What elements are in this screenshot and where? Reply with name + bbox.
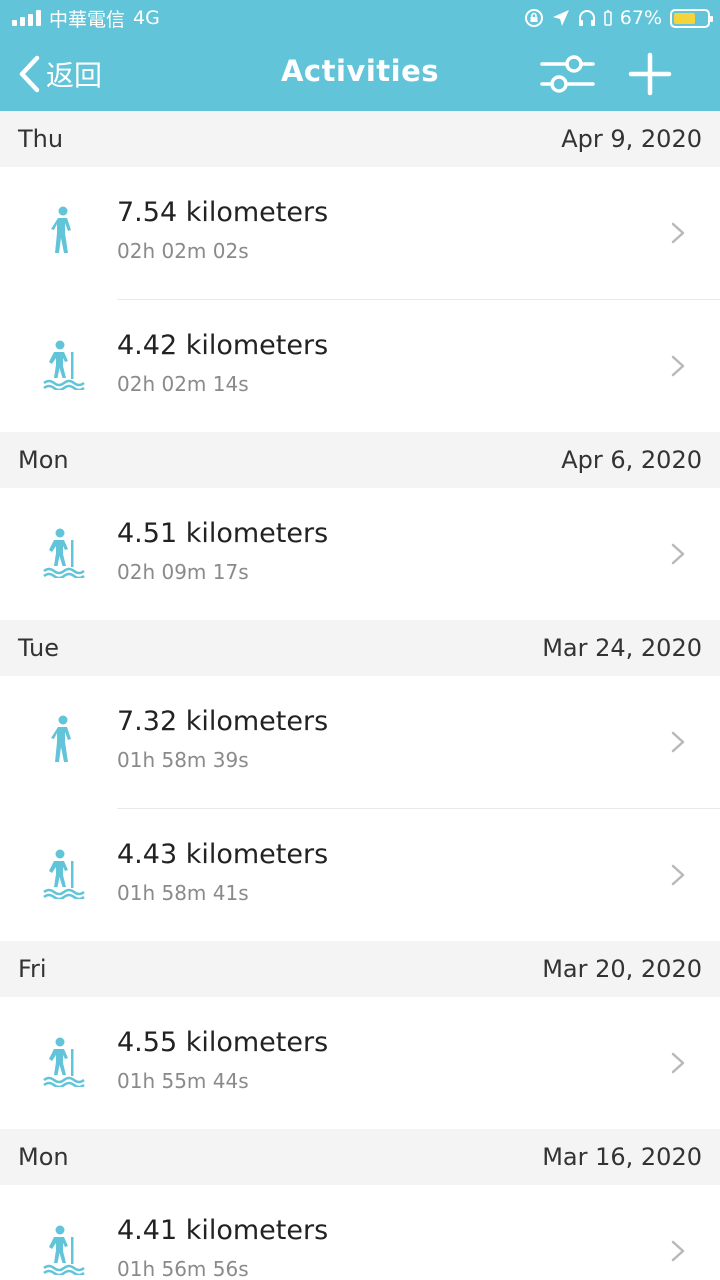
page-title: Activities [280, 54, 439, 88]
activity-distance: 7.32 kilometers [117, 706, 329, 737]
activity-duration: 01h 58m 41s [117, 881, 249, 905]
day-weekday: Tue [18, 634, 59, 662]
day-header: Tue Mar 24, 2020 [0, 620, 720, 676]
activity-distance: 4.43 kilometers [117, 839, 329, 870]
day-weekday: Thu [18, 125, 64, 153]
hiking-icon [40, 1035, 86, 1089]
day-weekday: Mon [18, 1143, 69, 1171]
day-header: Mon Mar 16, 2020 [0, 1129, 720, 1185]
day-weekday: Mon [18, 446, 69, 474]
activity-distance: 7.54 kilometers [117, 197, 329, 228]
chevron-right-icon [670, 354, 686, 378]
hiking-icon [40, 1223, 86, 1277]
activity-duration: 02h 02m 02s [117, 239, 249, 263]
chevron-right-icon [670, 730, 686, 754]
day-date: Apr 9, 2020 [561, 125, 702, 153]
activity-row[interactable]: 4.41 kilometers 01h 56m 56s [0, 1185, 720, 1280]
day-header: Mon Apr 6, 2020 [0, 432, 720, 488]
chevron-right-icon [670, 1051, 686, 1075]
walking-icon [40, 714, 86, 766]
walking-icon [40, 205, 86, 257]
battery-percent: 67% [619, 7, 662, 29]
day-weekday: Fri [18, 955, 47, 983]
chevron-right-icon [670, 221, 686, 245]
status-left: 中華電信 4G [12, 5, 160, 31]
activity-row[interactable]: 4.42 kilometers 02h 02m 14s [0, 300, 720, 432]
activity-distance: 4.42 kilometers [117, 330, 329, 361]
battery-small-icon [604, 10, 612, 26]
activity-duration: 01h 56m 56s [117, 1257, 249, 1280]
day-date: Mar 16, 2020 [542, 1143, 702, 1171]
activity-distance: 4.55 kilometers [117, 1027, 329, 1058]
nav-bar: 返回 Activities [0, 38, 720, 111]
chevron-right-icon [670, 1239, 686, 1263]
day-header: Fri Mar 20, 2020 [0, 941, 720, 997]
plus-icon[interactable] [626, 50, 674, 98]
app-header: 中華電信 4G 67% 返回 Activities [0, 0, 720, 111]
battery-icon [670, 8, 713, 28]
day-date: Apr 6, 2020 [561, 446, 702, 474]
location-arrow-icon [552, 10, 569, 26]
activity-row[interactable]: 7.32 kilometers 01h 58m 39s [0, 676, 720, 808]
signal-icon [12, 10, 41, 26]
activity-duration: 02h 02m 14s [117, 372, 249, 396]
carrier-name: 中華電信 [49, 8, 126, 31]
activity-distance: 4.41 kilometers [117, 1215, 329, 1246]
activity-distance: 4.51 kilometers [117, 518, 329, 549]
headphones-icon [578, 10, 595, 26]
hiking-icon [40, 338, 86, 392]
status-right: 67% [524, 5, 713, 31]
activity-duration: 01h 58m 39s [117, 748, 249, 772]
day-header: Thu Apr 9, 2020 [0, 111, 720, 167]
activity-row[interactable]: 4.51 kilometers 02h 09m 17s [0, 488, 720, 620]
hiking-icon [40, 526, 86, 580]
activity-row[interactable]: 4.55 kilometers 01h 55m 44s [0, 997, 720, 1129]
hiking-icon [40, 847, 86, 901]
rotation-lock-icon [524, 9, 543, 27]
activity-duration: 02h 09m 17s [117, 560, 249, 584]
day-date: Mar 24, 2020 [542, 634, 702, 662]
sliders-icon[interactable] [538, 52, 598, 96]
battery-fill [674, 12, 696, 24]
status-bar: 中華電信 4G 67% [0, 0, 720, 38]
day-date: Mar 20, 2020 [542, 955, 702, 983]
activity-row[interactable]: 7.54 kilometers 02h 02m 02s [0, 167, 720, 299]
chevron-right-icon [670, 863, 686, 887]
activity-list: Thu Apr 9, 2020 7.54 kilometers 02h 02m 02s… [0, 111, 720, 1280]
chevron-right-icon [670, 542, 686, 566]
activity-duration: 01h 55m 44s [117, 1069, 249, 1093]
network-type: 4G [133, 7, 160, 29]
activity-row[interactable]: 4.43 kilometers 01h 58m 41s [0, 809, 720, 941]
